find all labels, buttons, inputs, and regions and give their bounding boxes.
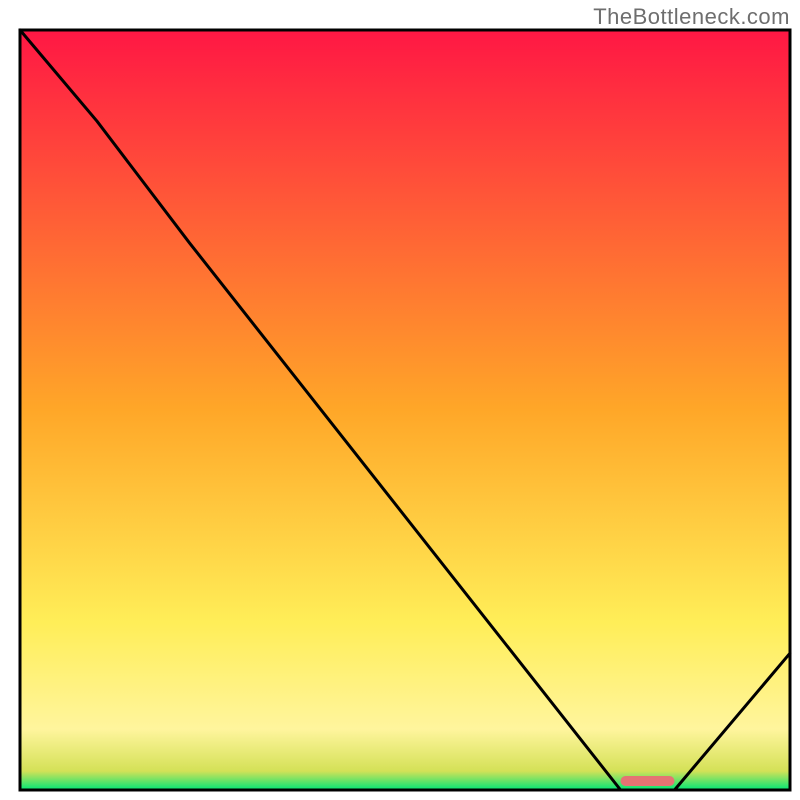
chart-stage: TheBottleneck.com bbox=[0, 0, 800, 800]
chart-svg bbox=[0, 0, 800, 800]
gradient-background bbox=[20, 30, 790, 790]
optimum-band bbox=[621, 776, 675, 786]
watermark-text: TheBottleneck.com bbox=[593, 4, 790, 30]
